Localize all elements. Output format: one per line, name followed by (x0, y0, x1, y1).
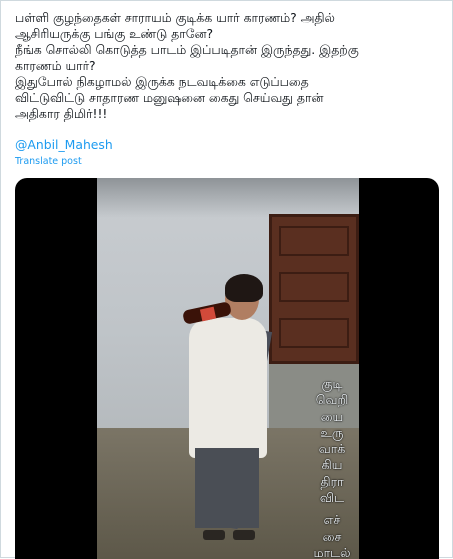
video-player[interactable]: குடி வெறி யை உரு வாக் கிய திரா விட எச் ச… (15, 178, 439, 559)
caption-line: கிய (321, 457, 343, 473)
caption-line: சை (322, 528, 342, 544)
caption-line: குடி (321, 376, 343, 391)
caption-line: வாக் (318, 441, 346, 457)
caption-line: யை (320, 408, 344, 424)
tweet-text: பள்ளி குழந்தைகள் சாராயம் குடிக்க யார் கா… (15, 10, 359, 121)
video-caption-overlay: குடி வெறி யை உரு வாக் கிய திரா விட எச் ச… (305, 376, 359, 559)
tweet-card: பள்ளி குழந்தைகள் சாராயம் குடிக்க யார் கா… (0, 0, 453, 559)
mention-link[interactable]: @Anbil_Mahesh (15, 137, 113, 153)
caption-line: எச் (323, 512, 341, 528)
caption-line: மாடல் (313, 544, 351, 559)
caption-line: உரு (320, 424, 344, 440)
caption-line: திரா (320, 473, 344, 489)
caption-line: விட (319, 490, 345, 506)
person-figure (189, 318, 267, 458)
caption-line: வெறி (315, 392, 349, 408)
translate-post-link[interactable]: Translate post (15, 156, 82, 168)
door (269, 214, 359, 364)
